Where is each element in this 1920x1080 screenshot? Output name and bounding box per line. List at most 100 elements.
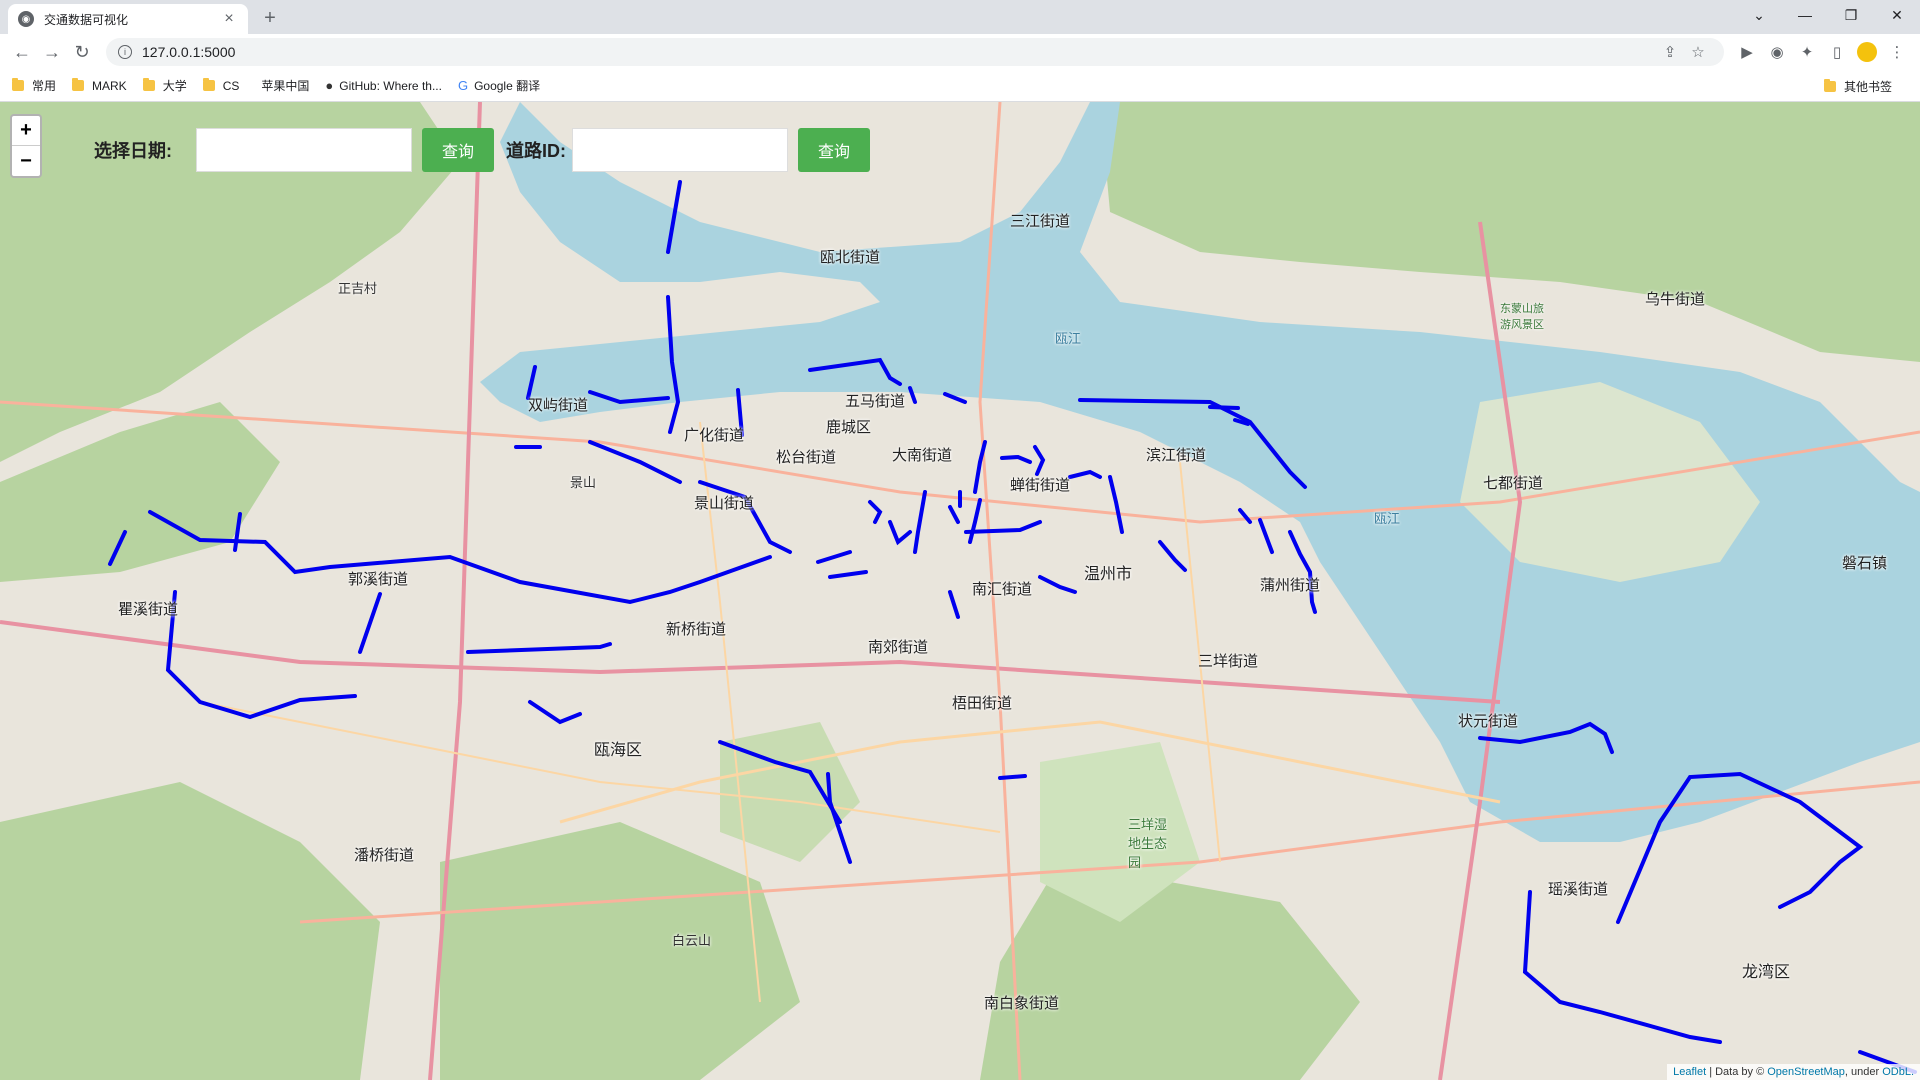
place-label: 新桥街道 (666, 621, 727, 638)
bookmark-label: 常用 (32, 79, 57, 93)
menu-kebab-icon[interactable]: ⋮ (1882, 38, 1912, 66)
close-tab-icon[interactable]: × (220, 10, 238, 28)
bookmark-star-icon[interactable]: ☆ (1684, 43, 1712, 61)
extensions-puzzle-icon[interactable]: ✦ (1792, 38, 1822, 66)
place-label: 白云山 (672, 933, 712, 948)
bookmark-label: MARK (92, 78, 127, 93)
play-extension-icon[interactable]: ▶ (1732, 38, 1762, 66)
bookmark-item[interactable]: G Google 翻译 (458, 77, 540, 94)
bookmark-label: 大学 (162, 79, 187, 93)
github-icon: ● (325, 78, 334, 93)
tab-title: 交通数据可视化 (44, 12, 129, 27)
query-form: 选择日期: 查询 道路ID: 查询 (94, 128, 880, 172)
back-button[interactable]: ← (8, 38, 36, 66)
bookmark-item[interactable]: 苹果中国 (255, 77, 309, 94)
folder-icon (202, 78, 215, 91)
place-label: 状元街道 (1458, 713, 1519, 730)
restore-button[interactable]: ❐ (1828, 0, 1874, 30)
place-label: 正吉村 (338, 281, 378, 296)
place-label: 双屿街道 (528, 397, 589, 414)
reload-button[interactable]: ↻ (68, 38, 96, 66)
other-bookmarks[interactable]: 其他书签 (1823, 70, 1892, 102)
browser-toolbar: ← → ↻ i 127.0.0.1:5000 ⇪ ☆ ▶ ◉ ✦ ▯ ⋮ (0, 34, 1920, 70)
place-label: 南汇街道 (972, 581, 1033, 598)
url-text: 127.0.0.1:5000 (142, 44, 236, 60)
place-label: 瑶溪街道 (1548, 881, 1609, 898)
leaflet-link[interactable]: Leaflet (1673, 1066, 1706, 1078)
place-label: 蒲州街道 (1260, 577, 1321, 594)
place-label: 七都街道 (1483, 475, 1544, 492)
translate-icon: G (457, 78, 469, 93)
folder-icon (1823, 78, 1836, 92)
district-label: 瓯海区 (594, 742, 643, 759)
place-label: 南白象街道 (984, 995, 1060, 1012)
odbl-link[interactable]: ODbL. (1882, 1066, 1914, 1078)
place-label: 瓯北街道 (820, 249, 881, 266)
place-label: 潘桥街道 (354, 847, 415, 864)
date-label: 选择日期: (94, 141, 172, 161)
bookmark-label: GitHub: Where th... (339, 78, 442, 93)
tab-search-icon[interactable]: ⌄ (1736, 0, 1782, 30)
place-label: 郭溪街道 (348, 571, 409, 588)
place-label: 三江街道 (1010, 213, 1071, 230)
map-attribution: Leaflet | Data by © OpenStreetMap, under… (1667, 1064, 1920, 1080)
folder-icon (142, 78, 155, 91)
place-label: 南郊街道 (868, 639, 929, 656)
bookmark-label: CS (222, 78, 240, 93)
minimize-button[interactable]: — (1782, 0, 1828, 30)
place-label: 松台街道 (776, 449, 837, 466)
osm-link[interactable]: OpenStreetMap (1767, 1066, 1845, 1078)
profile-avatar[interactable] (1852, 38, 1882, 66)
address-bar[interactable]: i 127.0.0.1:5000 ⇪ ☆ (106, 38, 1724, 66)
globe-icon: ◉ (18, 11, 34, 27)
place-label: 三垟街道 (1198, 653, 1259, 670)
bookmarks-bar: 常用 MARK 大学 CS 苹果中国 ● GitHub: Where th... … (0, 70, 1920, 102)
road-id-label: 道路ID: (506, 141, 566, 161)
place-label: 磐石镇 (1842, 555, 1888, 572)
folder-icon (72, 78, 85, 91)
zoom-control: + − (10, 114, 42, 178)
district-label: 龙湾区 (1742, 964, 1791, 981)
place-label: 乌牛街道 (1645, 291, 1706, 308)
zoom-out-button[interactable]: − (12, 146, 40, 176)
place-label: 鹿城区 (826, 419, 872, 436)
date-input[interactable] (196, 128, 412, 172)
bookmark-item[interactable]: ● GitHub: Where th... (325, 78, 442, 93)
forward-button[interactable]: → (38, 38, 66, 66)
attribution-text: | Data by © (1709, 1066, 1765, 1078)
bookmark-label: Google 翻译 (474, 79, 541, 93)
folder-icon (12, 78, 24, 91)
close-window-button[interactable]: ✕ (1874, 0, 1920, 30)
river-label: 瓯江 (1055, 331, 1082, 346)
place-label: 滨江街道 (1146, 447, 1207, 464)
browser-tab[interactable]: ◉ 交通数据可视化 × (8, 4, 248, 34)
place-label: 景山街道 (694, 495, 755, 512)
info-icon[interactable]: i (118, 45, 132, 59)
river-label: 瓯江 (1374, 511, 1401, 526)
record-extension-icon[interactable]: ◉ (1762, 38, 1792, 66)
zoom-in-button[interactable]: + (12, 116, 40, 146)
bookmark-label: 苹果中国 (261, 79, 310, 93)
place-label: 瞿溪街道 (118, 601, 179, 618)
share-icon[interactable]: ⇪ (1656, 43, 1684, 61)
attribution-under: , under (1844, 1066, 1880, 1078)
browser-tab-strip: ◉ 交通数据可视化 × + ⌄ — ❐ ✕ (0, 0, 1920, 34)
park-label: 三垟湿地生态园 (1128, 817, 1168, 870)
bookmark-item[interactable]: 常用 (12, 77, 56, 94)
new-tab-button[interactable]: + (258, 6, 282, 30)
bookmark-item[interactable]: MARK (72, 78, 127, 93)
place-label: 景山 (570, 475, 597, 490)
city-label: 温州市 (1084, 566, 1133, 583)
road-query-button[interactable]: 查询 (798, 128, 870, 172)
map-viewport[interactable]: + − 选择日期: 查询 道路ID: 查询 三江街道 瓯北街道 乌牛街道 正吉村… (0, 102, 1920, 1080)
place-label: 蝉街街道 (1010, 477, 1071, 494)
place-label: 五马街道 (845, 393, 906, 410)
place-label: 东蒙山旅游风景区 (1500, 303, 1544, 331)
map-basemap (0, 102, 1920, 1080)
date-query-button[interactable]: 查询 (422, 128, 494, 172)
road-id-input[interactable] (572, 128, 788, 172)
bookmark-item[interactable]: CS (202, 78, 240, 93)
bookmark-item[interactable]: 大学 (142, 77, 187, 94)
side-panel-icon[interactable]: ▯ (1822, 38, 1852, 66)
place-label: 梧田街道 (952, 695, 1013, 712)
